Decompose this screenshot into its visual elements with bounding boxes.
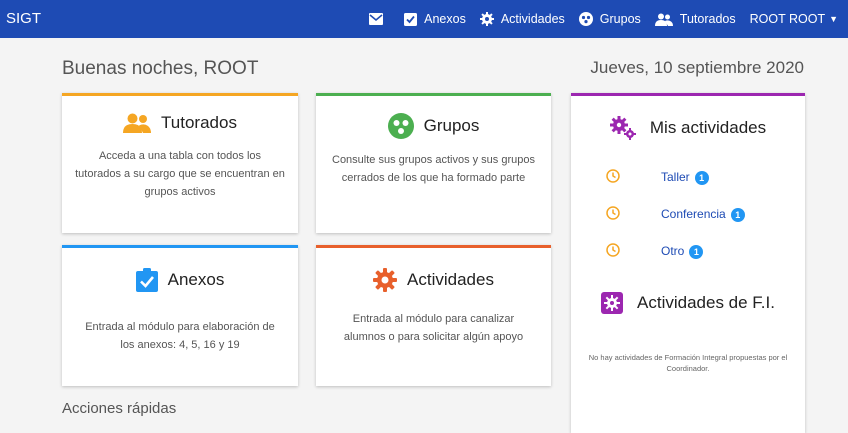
- app-brand[interactable]: SIGT: [6, 10, 41, 27]
- card-actividades-desc: Entrada al módulo para canalizar alumnos…: [343, 313, 524, 343]
- gears-icon: [609, 116, 636, 140]
- clipboard-check-icon: [135, 268, 158, 292]
- mis-actividades-header: Mis actividades: [571, 116, 805, 140]
- card-anexos-title: Anexos: [167, 270, 225, 289]
- nav-grupos-label: Grupos: [599, 12, 641, 26]
- activity-count-badge: 1: [694, 171, 709, 185]
- card-tutorados-header: Tutorados: [62, 113, 298, 133]
- card-anexos-header: Anexos: [62, 268, 298, 292]
- card-grupos-header: Grupos: [316, 113, 551, 139]
- card-actividades[interactable]: Actividades Entrada al módulo para canal…: [316, 245, 551, 386]
- activity-count-badge: 1: [689, 245, 704, 259]
- clock-icon: [606, 243, 620, 257]
- fi-empty-message: No hay actividades de Formación Integral…: [588, 353, 788, 373]
- greeting-text: Buenas noches, ROOT: [62, 58, 259, 79]
- activity-label: Taller: [661, 170, 690, 184]
- gear-icon: [479, 12, 494, 26]
- clock-icon: [606, 206, 620, 220]
- activity-label: Otro: [661, 244, 685, 258]
- clipboard-check-icon: [404, 13, 418, 26]
- user-name: ROOT ROOT: [749, 12, 826, 26]
- mis-actividades-title: Mis actividades: [649, 118, 767, 137]
- user-menu[interactable]: ROOT ROOT ▼: [750, 12, 838, 26]
- gear-icon: [373, 268, 398, 292]
- groups-icon: [578, 12, 593, 26]
- activity-link[interactable]: Otro 1: [661, 244, 704, 259]
- chevron-down-icon: ▼: [829, 14, 838, 24]
- card-mis-actividades: Mis actividades Taller 1 Conferencia 1 Otr…: [571, 93, 805, 433]
- current-date: Jueves, 10 septiembre 2020: [590, 58, 804, 77]
- card-actividades-title: Actividades: [407, 270, 494, 289]
- activity-link[interactable]: Taller 1: [661, 170, 709, 185]
- activity-item-conferencia[interactable]: Conferencia 1: [571, 203, 805, 225]
- card-anexos[interactable]: Anexos Entrada al módulo para elaboració…: [62, 245, 298, 386]
- users-icon: [654, 13, 673, 26]
- activity-item-taller[interactable]: Taller 1: [571, 166, 805, 188]
- gear-box-icon: [601, 292, 624, 314]
- activity-link[interactable]: Conferencia 1: [661, 207, 745, 222]
- card-grupos-title: Grupos: [423, 116, 480, 135]
- fi-activities-header: Actividades de F.I.: [571, 292, 805, 314]
- nav-actividades[interactable]: Actividades: [479, 12, 565, 26]
- clock-icon: [606, 169, 620, 183]
- nav-anexos[interactable]: Anexos: [404, 12, 466, 26]
- card-grupos[interactable]: Grupos Consulte sus grupos activos y sus…: [316, 93, 551, 233]
- nav-menu: Anexos Actividades Grupos Tutorados ROOT…: [355, 0, 838, 38]
- nav-messages[interactable]: [369, 13, 390, 25]
- users-icon: [123, 113, 152, 133]
- nav-actividades-label: Actividades: [500, 12, 565, 26]
- card-anexos-desc: Entrada al módulo para elaboración de lo…: [85, 321, 275, 351]
- mail-icon: [369, 13, 384, 25]
- card-tutorados-desc: Acceda a una tabla con todos los tutorad…: [75, 150, 285, 198]
- card-tutorados[interactable]: Tutorados Acceda a una tabla con todos l…: [62, 93, 298, 233]
- activity-count-badge: 1: [730, 208, 745, 222]
- nav-anexos-label: Anexos: [424, 12, 466, 26]
- fi-activities-title: Actividades de F.I.: [637, 293, 775, 312]
- activity-label: Conferencia: [661, 207, 726, 221]
- nav-tutorados[interactable]: Tutorados: [654, 12, 736, 26]
- top-navbar: SIGT Anexos Actividades Grupos Tutorados…: [0, 0, 848, 38]
- card-actividades-header: Actividades: [316, 268, 551, 292]
- groups-icon: [387, 113, 414, 139]
- nav-grupos[interactable]: Grupos: [578, 12, 641, 26]
- activity-item-otro[interactable]: Otro 1: [571, 240, 805, 262]
- nav-tutorados-label: Tutorados: [679, 12, 736, 26]
- card-tutorados-title: Tutorados: [161, 113, 237, 132]
- card-grupos-desc: Consulte sus grupos activos y sus grupos…: [332, 154, 535, 184]
- quick-actions-heading: Acciones rápidas: [62, 400, 177, 417]
